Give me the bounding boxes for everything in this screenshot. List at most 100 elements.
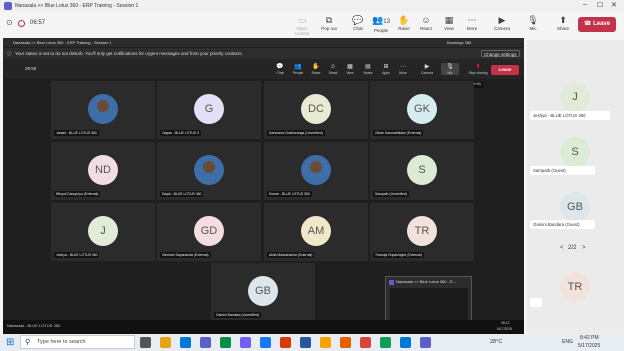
teams-logo-icon bbox=[389, 280, 394, 285]
shared-react-button[interactable]: ☺ React bbox=[324, 63, 342, 75]
firefox-icon[interactable] bbox=[340, 337, 351, 348]
skype-icon[interactable] bbox=[260, 337, 271, 348]
share-button[interactable]: ⬆ Share bbox=[550, 15, 576, 37]
participant-name: Gamini Bandara (Guest) bbox=[530, 220, 595, 229]
participant-avatar: S bbox=[560, 137, 590, 167]
teams-active-icon[interactable] bbox=[420, 337, 431, 348]
participant-tile[interactable]: Janani - BLUE LOTUS 360 bbox=[51, 81, 155, 139]
participant-photo bbox=[194, 155, 224, 185]
file-explorer-icon[interactable] bbox=[160, 337, 171, 348]
shared-window-title: Nanasala >> Blue Lotus 360 - ERP Trainin… bbox=[13, 40, 112, 45]
share-icon: ⬆ bbox=[559, 15, 567, 25]
mic-button[interactable]: 🎙 Mic bbox=[520, 15, 546, 37]
language-label: ENG bbox=[562, 339, 573, 345]
shared-taskbar-time: 08:12 bbox=[501, 321, 510, 325]
meeting-timer: 06:57 bbox=[30, 20, 46, 26]
shared-chat-button[interactable]: 💬 Chat bbox=[271, 63, 289, 75]
participant-avatar: TR bbox=[407, 216, 437, 246]
more-icon: ⋯ bbox=[467, 15, 477, 25]
window-title: Nanasala >> Blue Lotus 360 - ERP Trainin… bbox=[15, 3, 139, 9]
shared-camera-button[interactable]: ▶ Camera bbox=[418, 63, 436, 75]
participant-tile[interactable]: ND Nilupul Danupriya (External) bbox=[51, 142, 155, 200]
participant-mic-status bbox=[530, 298, 542, 307]
participant-name: Sampath (Unverified) bbox=[373, 191, 410, 197]
search-placeholder: Type here to search bbox=[37, 339, 86, 345]
edge-icon[interactable] bbox=[400, 337, 411, 348]
clock-date: 5/17/2025 bbox=[578, 343, 601, 349]
view-icon: ▦ bbox=[347, 64, 353, 70]
pop-out-button[interactable]: ⧉ Pop out bbox=[316, 15, 342, 37]
participant-name: Gimhani Dayananda (External) bbox=[160, 252, 211, 258]
clock-time: 8:42 PM bbox=[580, 335, 599, 341]
people-icon: 👥 bbox=[294, 64, 302, 70]
participant-tile[interactable]: TR Thanuja Rupasinghe (External) bbox=[370, 203, 474, 261]
participant-name: Sampath (Guest) bbox=[530, 166, 595, 175]
shared-leave-button[interactable]: Leave bbox=[491, 65, 519, 75]
chrome-alt-icon[interactable] bbox=[380, 337, 391, 348]
participant-tile[interactable]: S Sampath (Unverified) bbox=[370, 142, 474, 200]
participant-tile[interactable]: G Gayan - BLUE LOTUS 3 bbox=[157, 81, 261, 139]
shared-meeting-timer: 39:59 bbox=[25, 66, 37, 71]
phone-icon: ☎ bbox=[583, 21, 594, 27]
powerpoint-icon[interactable] bbox=[280, 337, 291, 348]
participant-avatar: TR bbox=[560, 272, 590, 302]
context-icon: ▭ bbox=[297, 15, 307, 25]
participant-name: Darshana Chathuranga (Unverified) bbox=[267, 130, 325, 136]
chat-icon: 💬 bbox=[276, 64, 284, 70]
participant-tile[interactable]: GB Gamini Bandara (Unverified) bbox=[211, 263, 315, 321]
shared-notes-button[interactable]: ▤ Notes bbox=[359, 63, 377, 75]
shared-people-button[interactable]: 👥 People bbox=[289, 63, 307, 75]
shared-mic-button[interactable]: 🎙 Mic bbox=[441, 63, 459, 75]
task-view-icon[interactable] bbox=[140, 337, 151, 348]
camera-icon: ▶ bbox=[424, 64, 430, 70]
apps-icon: ⊞ bbox=[383, 64, 389, 70]
shared-taskbar: Nanasala - BLUE LOTUS 360 08:12 5/17/202… bbox=[3, 320, 524, 334]
close-button[interactable]: ✕ bbox=[611, 1, 617, 9]
open-context-button[interactable]: ▭ Open context bbox=[289, 15, 315, 37]
start-icon[interactable]: ⊞ bbox=[6, 337, 14, 348]
camera-icon: ▶ bbox=[498, 15, 506, 25]
stop-sharing-button[interactable]: ⬆ Stop sharing bbox=[467, 63, 489, 75]
app-icon[interactable] bbox=[320, 337, 331, 348]
shared-taskbar-label: Nanasala - BLUE LOTUS 360 bbox=[7, 323, 61, 328]
pager-prev-button[interactable]: < bbox=[560, 245, 564, 251]
taskbar-search-box[interactable]: ⚲ Type here to search bbox=[20, 335, 135, 349]
more-button[interactable]: ⋯ More bbox=[459, 15, 485, 37]
participant-tile[interactable]: Dayal - BLUE LOTUS 360 bbox=[157, 142, 261, 200]
shared-view-button[interactable]: ▦ View bbox=[341, 63, 359, 75]
participant-tile[interactable]: DC Darshana Chathuranga (Unverified) bbox=[264, 81, 368, 139]
participant-tile[interactable]: GD Gimhani Dayananda (External) bbox=[157, 203, 261, 261]
recording-indicator-icon bbox=[18, 20, 25, 27]
maximize-button[interactable]: ☐ bbox=[597, 1, 603, 9]
chrome-icon[interactable] bbox=[360, 337, 371, 348]
camera-button[interactable]: ▶ Camera bbox=[489, 15, 515, 37]
teams-icon[interactable] bbox=[200, 337, 211, 348]
participant-tile[interactable]: GK Gihan Karunathilake (External) bbox=[370, 81, 474, 139]
bookings-label: Bookings 365 bbox=[447, 40, 472, 45]
shared-more-button[interactable]: ⋯ More bbox=[394, 63, 412, 75]
participant-name: Janani - BLUE LOTUS 360 bbox=[54, 130, 99, 136]
title-bar: Nanasala >> Blue Lotus 360 - ERP Trainin… bbox=[0, 0, 624, 12]
stop-share-icon: ⬆ bbox=[475, 64, 481, 70]
participant-avatar: GK bbox=[407, 94, 437, 124]
mail-icon[interactable] bbox=[180, 337, 191, 348]
minimize-button[interactable]: – bbox=[583, 1, 587, 8]
participant-tile[interactable]: AM Akila Madushanka (External) bbox=[264, 203, 368, 261]
word-icon[interactable] bbox=[300, 337, 311, 348]
shared-apps-button[interactable]: ⊞ Apps bbox=[377, 63, 395, 75]
leave-button[interactable]: ☎ Leave bbox=[578, 17, 616, 32]
popout-icon: ⧉ bbox=[325, 15, 333, 25]
pager-next-button[interactable]: > bbox=[582, 245, 586, 251]
participant-avatar: S bbox=[407, 155, 437, 185]
participant-tile[interactable]: Kumar - BLUE LOTUS 360 bbox=[264, 142, 368, 200]
viber-icon[interactable] bbox=[240, 337, 251, 348]
participant-name: Gihan Karunathilake (External) bbox=[373, 130, 424, 136]
teams-logo-icon bbox=[4, 2, 12, 10]
excel-icon[interactable] bbox=[220, 337, 231, 348]
change-settings-button[interactable]: Change settings bbox=[481, 50, 520, 57]
participant-tile[interactable]: J Jeshya - BLUE LOTUS 360 bbox=[51, 203, 155, 261]
shield-icon: ⊙ bbox=[6, 18, 13, 27]
participant-name: Gamini Bandara (Unverified) bbox=[214, 312, 261, 318]
shared-raise-button[interactable]: ✋ Raise bbox=[307, 63, 325, 75]
participant-name: Nilupul Danupriya (External) bbox=[54, 191, 101, 197]
